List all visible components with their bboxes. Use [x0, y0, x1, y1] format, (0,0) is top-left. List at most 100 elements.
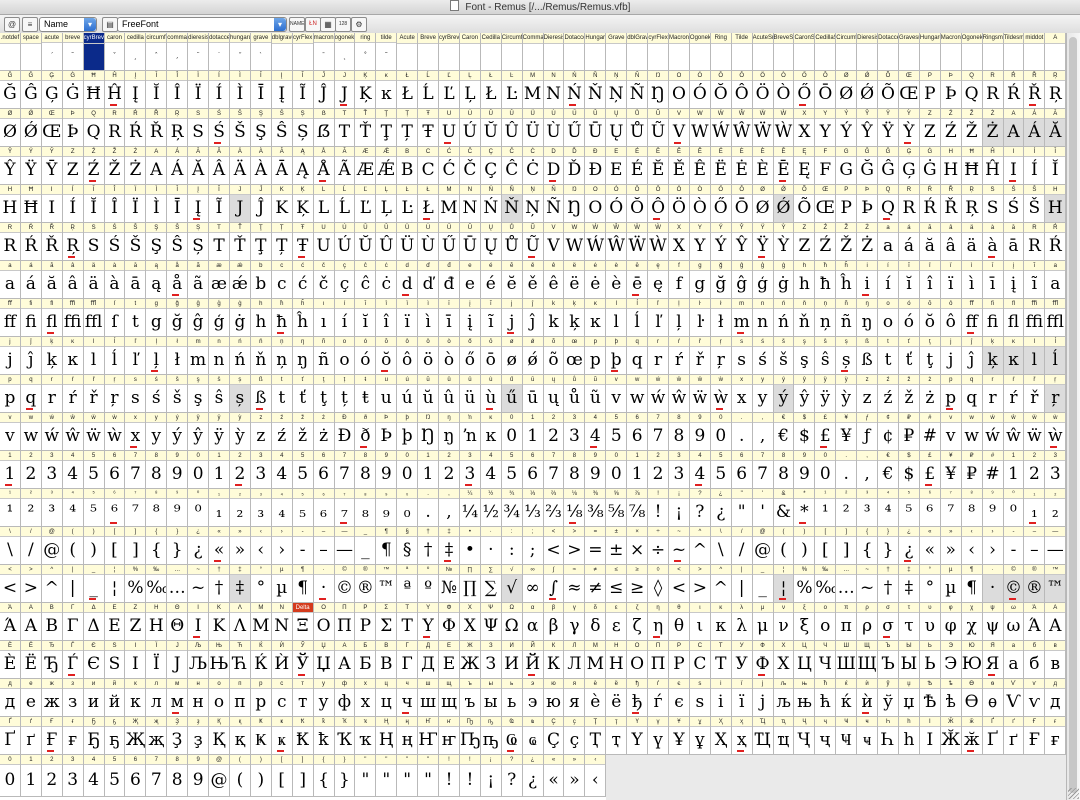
glyph-cell[interactable]: 00	[815, 451, 837, 489]
glyph-cell[interactable]: ÊÊ	[689, 147, 711, 185]
glyph-cell[interactable]: rr	[648, 337, 669, 375]
glyph-cell[interactable]: 11	[418, 451, 440, 489]
glyph-cell[interactable]: ??	[501, 755, 523, 797]
glyph-cell[interactable]: ĸĸ	[1003, 337, 1025, 375]
glyph-cell[interactable]: ring ˚	[355, 33, 377, 71]
glyph-cell[interactable]: Tilde	[731, 33, 753, 71]
glyph-cell[interactable]: ăă	[919, 223, 941, 261]
glyph-cell[interactable]: 77	[146, 755, 168, 797]
glyph-cell[interactable]: ññ	[313, 337, 335, 375]
glyph-cell[interactable]: @ @	[41, 527, 63, 565]
glyph-cell[interactable]: ҧҧ	[480, 717, 502, 755]
glyph-cell[interactable]: ««	[209, 527, 230, 565]
glyph-cell[interactable]: ₉₉	[376, 489, 398, 527]
glyph-cell[interactable]: ))	[83, 527, 105, 565]
glyph-cell[interactable]: ïï	[397, 299, 419, 337]
glyph-cell[interactable]: 66	[522, 451, 544, 489]
glyph-cell[interactable]: ĈĈ	[501, 147, 523, 185]
glyph-cell[interactable]: ĺĺ	[627, 299, 649, 337]
glyph-cell[interactable]: řř	[1024, 375, 1046, 413]
glyph-cell[interactable]: ĊĊ	[522, 147, 544, 185]
glyph-cell[interactable]: " "	[731, 489, 753, 527]
glyph-cell[interactable]: ĬĬ	[146, 71, 168, 109]
glyph-cell[interactable]: ™ ™	[1045, 565, 1067, 603]
glyph-cell[interactable]: ҸҸ	[836, 717, 858, 755]
glyph-cell[interactable]: ≈ ≈	[564, 565, 586, 603]
glyph-cell[interactable]: Macronsmall	[940, 33, 962, 71]
glyph-cell[interactable]: ²²	[20, 489, 42, 527]
glyph-cell[interactable]: χχ	[961, 603, 983, 641]
glyph-cell[interactable]: # #	[982, 451, 1004, 489]
glyph-cell[interactable]: îî	[376, 299, 398, 337]
glyph-cell[interactable]: " "	[397, 755, 419, 797]
glyph-cell[interactable]: оо	[209, 679, 230, 717]
glyph-cell[interactable]: ŀŀ	[689, 299, 711, 337]
glyph-cell[interactable]: ИИ	[501, 641, 523, 679]
glyph-cell[interactable]: КК	[543, 641, 565, 679]
glyph-cell[interactable]: ΥΥ	[418, 603, 440, 641]
glyph-cell[interactable]: ₁₁	[209, 489, 230, 527]
glyph-cell[interactable]: ww	[20, 413, 42, 451]
glyph-cell[interactable]: ΑΑ	[20, 603, 42, 641]
glyph-cell[interactable]: ĸĸ	[376, 71, 398, 109]
glyph-cell[interactable]: ¿ ¿	[710, 489, 732, 527]
glyph-cell[interactable]: _ _	[752, 565, 774, 603]
glyph-cell[interactable]: ĭĭ	[898, 261, 920, 299]
glyph-cell[interactable]: }}	[878, 527, 899, 565]
glyph-cell[interactable]: ® ®	[355, 565, 377, 603]
glyph-cell[interactable]: № №	[439, 565, 460, 603]
glyph-cell[interactable]: ņņ	[271, 337, 293, 375]
glyph-cell[interactable]: 22	[439, 451, 460, 489]
glyph-cell[interactable]: ĵĵ	[20, 337, 42, 375]
glyph-cell[interactable]: ĢĢ	[898, 147, 920, 185]
glyph-cell[interactable]: ôô	[397, 337, 419, 375]
glyph-cell[interactable]: < <	[543, 527, 565, 565]
glyph-cell[interactable]: · ·	[480, 527, 502, 565]
glyph-cell[interactable]: ҷҷ	[815, 717, 837, 755]
glyph-cell[interactable]: ÞÞ	[857, 185, 879, 223]
glyph-cell[interactable]: @ @	[752, 527, 774, 565]
glyph-cell[interactable]: ~ ~	[188, 565, 210, 603]
glyph-cell[interactable]: ∞ ∞	[522, 565, 544, 603]
glyph-cell[interactable]: ÜÜ	[522, 109, 544, 147]
glyph-cell[interactable]: ll	[1024, 337, 1046, 375]
glyph-cell[interactable]: 33	[459, 451, 481, 489]
glyph-cell[interactable]: ĦĦ	[20, 185, 42, 223]
glyph-cell[interactable]: ŪŪ	[585, 109, 607, 147]
glyph-cell[interactable]: £ £	[815, 413, 837, 451]
glyph-cell[interactable]: ((	[773, 527, 795, 565]
glyph-cell[interactable]: ЏЏ	[313, 641, 335, 679]
glyph-cell[interactable]: ѣѣ	[940, 679, 962, 717]
glyph-cell[interactable]: LL	[313, 185, 335, 223]
glyph-cell[interactable]: ₂₂	[1045, 489, 1067, 527]
glyph-cell[interactable]: ĄĄ	[292, 147, 314, 185]
glyph-cell[interactable]: ẅẅ	[689, 375, 711, 413]
glyph-cell[interactable]: ŵŵ	[62, 413, 84, 451]
glyph-cell[interactable]: ЅЅ	[104, 641, 126, 679]
glyph-cell[interactable]: ħħ	[271, 299, 293, 337]
glyph-cell[interactable]: δδ	[585, 603, 607, 641]
glyph-cell[interactable]: › ›	[271, 527, 293, 565]
glyph-cell[interactable]: ŔŔ	[919, 185, 941, 223]
glyph-cell[interactable]: $ $	[794, 413, 816, 451]
glyph-cell[interactable]: > >	[689, 565, 711, 603]
glyph-cell[interactable]: ẂẂ	[710, 109, 732, 147]
glyph-cell[interactable]: ÎÎ	[104, 185, 126, 223]
glyph-cell[interactable]: 99	[689, 413, 711, 451]
glyph-cell[interactable]: £ £	[919, 451, 941, 489]
glyph-cell[interactable]: ……	[836, 565, 858, 603]
glyph-cell[interactable]: ŕŕ	[1003, 375, 1025, 413]
glyph-cell[interactable]: ]]	[292, 755, 314, 797]
glyph-cell[interactable]: ää	[961, 223, 983, 261]
glyph-cell[interactable]: AA	[146, 147, 168, 185]
glyph-cell[interactable]: EE	[606, 147, 628, 185]
glyph-cell[interactable]: ЗЗ	[480, 641, 502, 679]
glyph-cell[interactable]: 66	[125, 755, 147, 797]
glyph-cell[interactable]: ÖÖ	[669, 185, 690, 223]
glyph-cell[interactable]: KK	[271, 185, 293, 223]
glyph-cell[interactable]: ĞĞ	[0, 71, 21, 109]
glyph-cell[interactable]: ‹ ‹	[961, 527, 983, 565]
glyph-cell[interactable]: VV	[543, 223, 565, 261]
glyph-cell[interactable]: ЯЯ	[982, 641, 1004, 679]
glyph-cell[interactable]: ……	[167, 565, 189, 603]
